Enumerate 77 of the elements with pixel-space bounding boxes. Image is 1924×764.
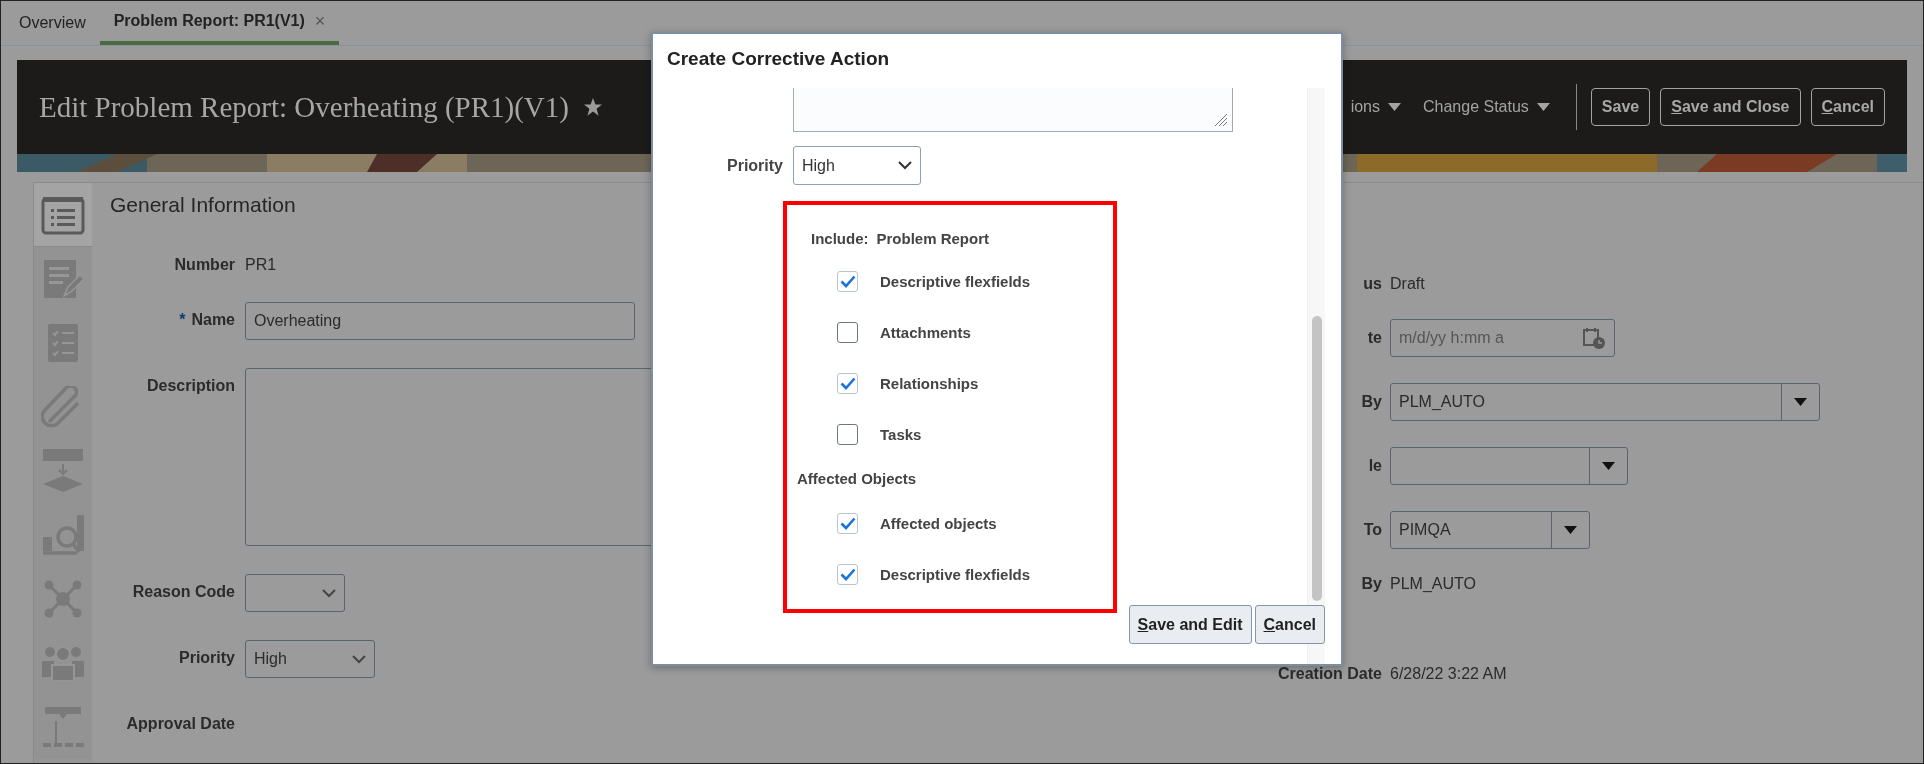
resize-grip-icon[interactable] (1214, 113, 1228, 127)
flowchart-icon[interactable] (41, 448, 85, 494)
checkmark-icon (839, 376, 856, 390)
menu-button[interactable]: ions (1350, 98, 1401, 116)
field-value: Draft (1390, 275, 1426, 293)
field-label: Reason Code (131, 582, 235, 601)
checkbox-label: Descriptive flexfields (880, 565, 1031, 583)
include-label: Include: (811, 229, 869, 247)
checkmark-icon (839, 516, 856, 530)
checkbox[interactable] (837, 512, 858, 534)
calendar-clock-icon[interactable] (1582, 326, 1606, 350)
caret-down-icon (1536, 103, 1550, 111)
dialog-button[interactable]: Save and Edit (1128, 605, 1252, 644)
combo-field[interactable] (1390, 447, 1628, 485)
field-value: PLM_AUTO (1390, 575, 1477, 593)
checkbox[interactable] (837, 563, 858, 585)
caret-down-icon (1602, 462, 1615, 470)
tab[interactable]: Overview (5, 1, 100, 45)
field-label: Number (173, 255, 235, 274)
checkbox[interactable] (837, 372, 858, 394)
header-button[interactable]: Save and Close (1660, 88, 1801, 126)
priority-select[interactable]: High (793, 146, 921, 185)
checkbox-label: Attachments (880, 323, 971, 341)
header-button[interactable]: Save (1590, 88, 1651, 126)
combo-field[interactable]: PLM_AUTO (1390, 383, 1820, 421)
field-label: To (1363, 521, 1382, 539)
field-label: Creation Date (1277, 665, 1382, 683)
name-field[interactable]: Overheating (245, 302, 635, 340)
checkmark-icon (839, 274, 856, 288)
dialog-title: Create Corrective Action (666, 47, 891, 71)
chevron-down-icon (898, 161, 912, 170)
tab[interactable]: Problem Report: PR1(V1) × (99, 1, 340, 45)
chevron-down-icon (352, 654, 366, 664)
checklist-icon[interactable] (46, 323, 80, 363)
field-label: By (1361, 393, 1382, 411)
caret-down-icon (1388, 103, 1401, 111)
combo-field[interactable]: PIMQA (1390, 511, 1590, 549)
dialog-button[interactable]: Cancel (1254, 605, 1325, 644)
field-label: Priority (178, 648, 235, 667)
nav-tab[interactable] (34, 183, 92, 247)
select-field[interactable]: High (245, 640, 375, 678)
checkbox-label: Relationships (880, 374, 979, 392)
people-icon[interactable] (41, 645, 85, 681)
star-icon[interactable] (582, 97, 603, 117)
checkmark-icon (839, 567, 856, 581)
field-label: le (1368, 457, 1382, 475)
field-label: Approval Date (125, 714, 235, 733)
include-value: Problem Report (876, 229, 990, 247)
field-label: By (1361, 575, 1382, 593)
header-button[interactable]: Cancel (1810, 88, 1885, 126)
field-value: PR1 (245, 255, 278, 274)
field-label: Priority (726, 156, 783, 175)
checkbox-label: Affected objects (880, 514, 997, 532)
chart-search-icon[interactable] (41, 513, 85, 557)
section-title: General Information (110, 193, 297, 217)
network-icon[interactable] (43, 579, 83, 619)
select-field[interactable] (245, 574, 345, 612)
checkbox[interactable] (837, 423, 858, 445)
caret-down-icon (1564, 526, 1577, 534)
page-title: Edit Problem Report: Overheating (PR1)(V1) (39, 90, 569, 124)
hierarchy-icon[interactable] (41, 705, 85, 749)
textarea-field[interactable] (793, 88, 1233, 132)
checkbox[interactable] (837, 321, 858, 343)
field-label: Description (146, 376, 235, 395)
list-icon[interactable] (41, 194, 85, 235)
group-heading: Affected Objects (797, 468, 918, 489)
field-label: * Name (178, 310, 235, 329)
checkbox-label: Tasks (880, 425, 922, 443)
field-value: 6/28/22 3:22 AM (1390, 665, 1508, 683)
document-edit-icon[interactable] (42, 258, 84, 300)
field-label: us (1363, 275, 1382, 293)
menu-button[interactable]: Change Status (1423, 98, 1550, 116)
checkbox-label: Descriptive flexfields (880, 272, 1031, 290)
caret-down-icon (1794, 398, 1807, 406)
field-label: te (1367, 329, 1382, 347)
chevron-down-icon (322, 588, 336, 598)
checkbox[interactable] (837, 270, 858, 292)
